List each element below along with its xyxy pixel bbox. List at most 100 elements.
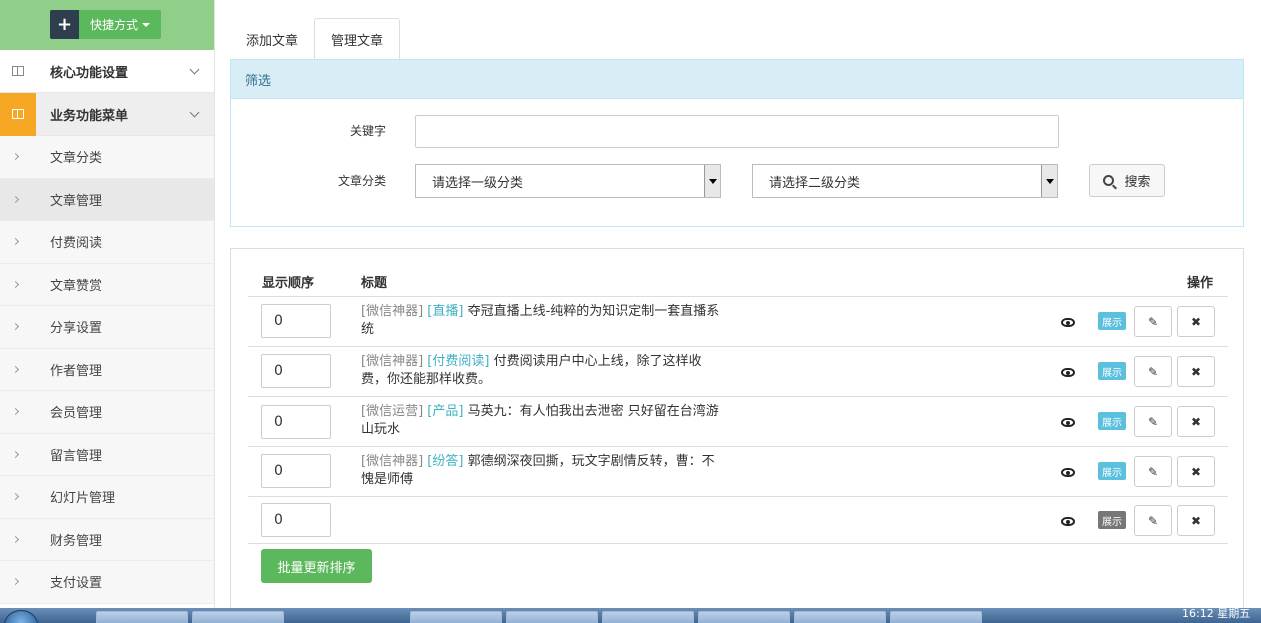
sidebar-item-label: 留言管理 [50, 448, 103, 464]
caret-down-icon [142, 22, 151, 27]
tab-manage-article[interactable]: 管理文章 [314, 18, 401, 60]
edit-button[interactable]: ✎ [1134, 306, 1172, 337]
sidebar-item-author-manage[interactable]: 作者管理 [0, 348, 214, 391]
eye-icon[interactable] [1061, 318, 1075, 327]
delete-button[interactable]: ✖ [1177, 306, 1215, 337]
article-category: [付费阅读] [427, 354, 490, 369]
search-icon [1103, 175, 1115, 186]
sidebar-item-label: 会员管理 [50, 406, 103, 422]
taskbar-clock: 16:12 星期五 [1182, 608, 1251, 620]
sidebar-item-finance-manage[interactable]: 财务管理 [0, 518, 214, 561]
close-icon: ✖ [1190, 464, 1202, 479]
order-input[interactable]: 0 [261, 304, 331, 338]
article-source: [微信神器] [361, 454, 424, 469]
delete-button[interactable]: ✖ [1177, 406, 1215, 437]
sidebar-item-member-manage[interactable]: 会员管理 [0, 391, 214, 434]
keyword-input[interactable] [415, 115, 1059, 148]
delete-button[interactable]: ✖ [1177, 505, 1215, 536]
sidebar-item-label: 作者管理 [50, 363, 103, 379]
sidebar-item-share-settings[interactable]: 分享设置 [0, 306, 214, 349]
category-level2-select[interactable]: 请选择二级分类 [752, 164, 1058, 198]
tab-add-article[interactable]: 添加文章 [230, 18, 314, 60]
edit-icon: ✎ [1147, 414, 1159, 429]
sidebar-item-payment-settings[interactable]: 支付设置 [0, 561, 214, 604]
order-input[interactable]: 0 [261, 405, 331, 439]
category-level1-select[interactable]: 请选择一级分类 [415, 164, 721, 198]
sidebar-item-paid-reading[interactable]: 付费阅读 [0, 221, 214, 264]
sidebar-item-label: 文章分类 [50, 151, 103, 167]
sidebar-item-article-category[interactable]: 文章分类 [0, 136, 214, 179]
article-source: [微信运营] [361, 404, 424, 419]
sidebar-item-slideshow-manage[interactable]: 幻灯片管理 [0, 476, 214, 519]
chevron-right-icon [11, 322, 20, 331]
article-title[interactable]: [微信神器] [直播] 夺冠直播上线-纯粹的为知识定制一套直播系统 [361, 303, 721, 339]
sidebar-item-label: 支付设置 [50, 576, 103, 592]
status-badge[interactable]: 展示 [1098, 462, 1126, 480]
sidebar-group-core[interactable]: 核心功能设置 [0, 50, 214, 93]
search-button[interactable]: 搜索 [1089, 164, 1165, 197]
sidebar: + 快捷方式 核心功能设置 业务功能菜单 文章分类 文章管理 付费阅读 文章赞赏… [0, 0, 215, 608]
chevron-right-icon [11, 195, 20, 203]
close-icon: ✖ [1190, 513, 1202, 528]
edit-button[interactable]: ✎ [1134, 356, 1172, 387]
eye-icon[interactable] [1061, 517, 1075, 526]
eye-icon[interactable] [1061, 468, 1075, 477]
keyword-label: 关键字 [349, 124, 386, 138]
taskbar-button[interactable] [506, 611, 598, 623]
delete-button[interactable]: ✖ [1177, 456, 1215, 487]
sidebar-group-label: 核心功能设置 [50, 65, 129, 81]
filter-heading: 筛选 [231, 60, 1243, 99]
delete-button[interactable]: ✖ [1177, 356, 1215, 387]
sidebar-group-business[interactable]: 业务功能菜单 [0, 92, 214, 136]
order-input[interactable]: 0 [261, 354, 331, 388]
sidebar-item-label: 幻灯片管理 [50, 491, 116, 507]
taskbar-button[interactable] [96, 611, 188, 623]
status-badge[interactable]: 展示 [1098, 412, 1126, 430]
article-title[interactable]: [微信神器] [付费阅读] 付费阅读用户中心上线，除了这样收费，你还能那样收费。 [361, 353, 721, 389]
category-level1-value: 请选择一级分类 [432, 175, 524, 191]
chevron-down-icon [189, 107, 200, 118]
sidebar-item-label: 付费阅读 [50, 236, 103, 252]
app-root: + 快捷方式 核心功能设置 业务功能菜单 文章分类 文章管理 付费阅读 文章赞赏… [0, 0, 1261, 623]
edit-icon: ✎ [1147, 314, 1159, 329]
eye-icon[interactable] [1061, 368, 1075, 377]
taskbar-button[interactable] [602, 611, 694, 623]
sidebar-item-article-manage[interactable]: 文章管理 [0, 178, 214, 221]
edit-button[interactable]: ✎ [1134, 505, 1172, 536]
sidebar-item-comment-manage[interactable]: 留言管理 [0, 433, 214, 476]
sidebar-item-article-reward[interactable]: 文章赞赏 [0, 263, 214, 306]
order-input[interactable]: 0 [261, 503, 331, 537]
category-level2-value: 请选择二级分类 [769, 175, 861, 191]
filter-panel: 筛选 关键字 文章分类 请选择一级分类 请选择二级分类 搜索 [230, 59, 1244, 227]
sidebar-item-label: 文章管理 [50, 193, 103, 209]
chevron-right-icon [11, 237, 20, 246]
batch-update-order-button[interactable]: 批量更新排序 [261, 549, 372, 583]
close-icon: ✖ [1190, 364, 1202, 379]
taskbar-button[interactable] [192, 611, 284, 623]
tab-bar: 添加文章 管理文章 [230, 18, 401, 60]
table-header: 显示顺序 标题 操作 [248, 263, 1228, 297]
columns-icon [0, 92, 36, 136]
edit-button[interactable]: ✎ [1134, 406, 1172, 437]
order-input[interactable]: 0 [261, 454, 331, 488]
status-badge[interactable]: 展示 [1098, 312, 1126, 330]
table-row: 0 展示 ✎ ✖ [248, 497, 1228, 544]
status-badge[interactable]: 展示 [1098, 511, 1126, 529]
quick-access-label: 快捷方式 [90, 18, 139, 32]
start-button[interactable] [4, 610, 38, 623]
taskbar-button[interactable] [890, 611, 982, 623]
taskbar-button[interactable] [698, 611, 790, 623]
article-category: [纷答] [427, 454, 464, 469]
table-row: 0 [微信神器] [纷答] 郭德纲深夜回撕，玩文字剧情反转，曹：不愧是师傅 展示… [248, 447, 1228, 497]
article-title[interactable]: [微信神器] [纷答] 郭德纲深夜回撕，玩文字剧情反转，曹：不愧是师傅 [361, 453, 721, 489]
edit-button[interactable]: ✎ [1134, 456, 1172, 487]
chevron-down-icon [189, 64, 200, 75]
taskbar-button[interactable] [794, 611, 886, 623]
close-icon: ✖ [1190, 314, 1202, 329]
article-title[interactable]: [微信运营] [产品] 马英九：有人怕我出去泄密 只好留在台湾游山玩水 [361, 403, 721, 439]
sidebar-item-label: 财务管理 [50, 533, 103, 549]
eye-icon[interactable] [1061, 418, 1075, 427]
taskbar-button[interactable] [410, 611, 502, 623]
status-badge[interactable]: 展示 [1098, 362, 1126, 380]
quick-access-button[interactable]: + 快捷方式 [50, 10, 161, 39]
